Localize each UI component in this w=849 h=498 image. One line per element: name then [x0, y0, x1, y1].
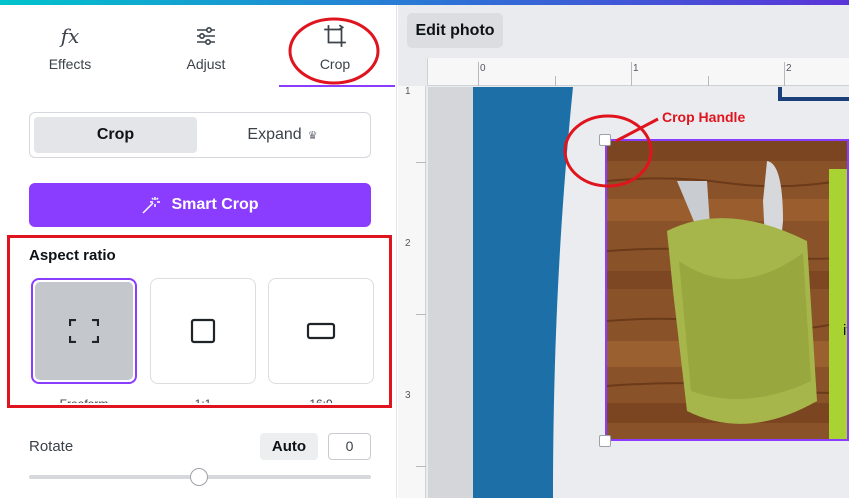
ruler-tick [631, 62, 632, 86]
ruler-tick [416, 162, 426, 163]
panel-tabs: fx Effects Adjust Crop [0, 5, 397, 87]
design-text-fragment: it [843, 322, 849, 339]
ruler-tick [416, 314, 426, 315]
ruler-top-label: 1 [633, 63, 639, 74]
ruler-tick [708, 76, 709, 86]
annotation-arrow [615, 117, 659, 143]
ruler-left-label: 2 [405, 238, 411, 249]
ruler-top-label: 2 [786, 63, 792, 74]
edit-image-panel: fx Effects Adjust Crop Crop Expand ♛ Sma… [0, 5, 397, 498]
expand-mode-button[interactable]: Expand ♛ [201, 117, 364, 153]
expand-label: Expand [247, 126, 302, 143]
sliders-icon [197, 26, 215, 46]
annotation-circle-crop-tab [288, 17, 380, 85]
edit-photo-button[interactable]: Edit photo [407, 13, 503, 48]
crown-icon: ♛ [307, 129, 318, 142]
fx-icon: fx [60, 24, 80, 48]
ruler-top: 0 1 2 [427, 58, 849, 86]
tab-effects-label: Effects [48, 56, 92, 72]
design-navy-frame [778, 87, 849, 101]
annotation-crop-handle-label: Crop Handle [662, 109, 746, 125]
tab-effects[interactable]: fx Effects [10, 5, 130, 87]
ruler-tick [416, 466, 426, 467]
magic-wand-icon [142, 197, 161, 214]
rotate-slider-thumb[interactable] [190, 468, 208, 486]
rotate-value-input[interactable]: 0 [328, 433, 371, 460]
ruler-left-label: 1 [405, 86, 411, 97]
design-blue-shape [473, 87, 573, 498]
ruler-tick [478, 62, 479, 86]
auto-rotate-button[interactable]: Auto [260, 433, 318, 460]
smart-crop-button[interactable]: Smart Crop [29, 183, 371, 227]
crop-expand-toggle: Crop Expand ♛ [29, 112, 371, 158]
ruler-top-label: 0 [480, 63, 486, 74]
tab-adjust-label: Adjust [186, 56, 226, 72]
ruler-left: 1 2 3 [398, 86, 426, 498]
ruler-tick [555, 76, 556, 86]
crop-handle-bottom-left[interactable] [599, 435, 611, 447]
crop-mode-button[interactable]: Crop [34, 117, 197, 153]
annotation-aspect-highlight [7, 235, 392, 408]
ruler-left-label: 3 [405, 390, 411, 401]
editor-canvas: Edit photo 0 1 2 1 2 3 i Crop Handle [398, 5, 849, 498]
tab-adjust[interactable]: Adjust [146, 5, 266, 87]
smart-crop-label: Smart Crop [171, 196, 259, 213]
ruler-tick [784, 62, 785, 86]
rotate-label: Rotate [29, 438, 74, 455]
